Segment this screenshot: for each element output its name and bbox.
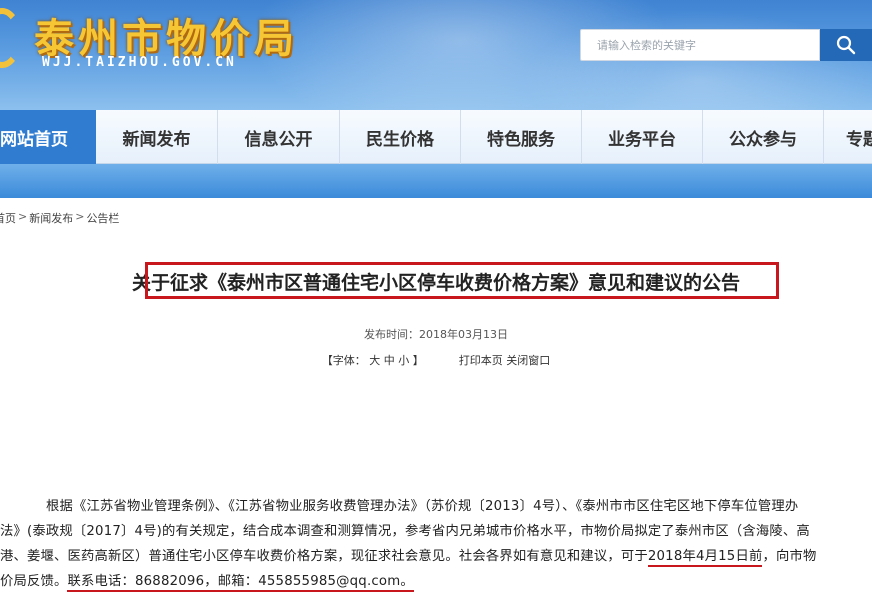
nav-item-livelihood-prices[interactable]: 民生价格 xyxy=(340,110,461,164)
article-body: 根据《江苏省物业管理条例》、《江苏省物业服务收费管理办法》（苏价规〔2013〕4… xyxy=(0,494,872,594)
font-medium-button[interactable]: 中 xyxy=(384,354,395,367)
main-nav: 网站首页 新闻发布 信息公开 民生价格 特色服务 业务平台 公众参与 专题 xyxy=(0,110,872,164)
site-url: WJJ.TAIZHOU.GOV.CN xyxy=(42,55,237,70)
font-large-button[interactable]: 大 xyxy=(369,354,380,367)
site-header: 泰州市物价局 WJJ.TAIZHOU.GOV.CN xyxy=(0,0,872,110)
search-box xyxy=(580,29,820,61)
body-text: ，向市物 xyxy=(762,549,817,564)
close-window-button[interactable]: 关闭窗口 xyxy=(506,354,550,367)
breadcrumb-separator: > xyxy=(18,210,28,223)
search-icon xyxy=(836,35,856,55)
nav-item-public-participation[interactable]: 公众参与 xyxy=(703,110,824,164)
breadcrumb-bulletin[interactable]: 公告栏 xyxy=(86,210,119,226)
body-text: 港、姜堰、医药高新区）普通住宅小区停车收费价格方案，现征求社会意见。社会各界如有… xyxy=(0,549,648,564)
publish-label: 发布时间： xyxy=(364,328,419,341)
nav-item-home[interactable]: 网站首页 xyxy=(0,110,96,164)
publish-date: 2018年03月13日 xyxy=(419,328,508,341)
nav-item-info-disclosure[interactable]: 信息公开 xyxy=(218,110,340,164)
font-size-label: 【字体： xyxy=(321,354,366,367)
body-text: 价局反馈。 xyxy=(0,574,68,589)
search-button[interactable] xyxy=(820,29,872,61)
breadcrumb-news[interactable]: 新闻发布 xyxy=(29,210,73,226)
article-title: 关于征求《泰州市区普通住宅小区停车收费价格方案》意见和建议的公告 xyxy=(131,272,740,294)
nav-item-news[interactable]: 新闻发布 xyxy=(96,110,218,164)
publish-date-line: 发布时间：2018年03月13日 xyxy=(0,326,872,342)
font-small-button[interactable]: 小 xyxy=(398,354,409,367)
nav-band xyxy=(0,164,872,198)
body-line: 法》(泰政规〔2017〕4号)的有关规定，结合成本调查和测算情况，参考省内兄弟城… xyxy=(0,524,810,539)
breadcrumb-separator: > xyxy=(75,210,85,223)
deadline-highlight: 2018年4月15日前 xyxy=(647,549,763,567)
body-line: 价局反馈。联系电话：86882096，邮箱：455855985@qq.com。 xyxy=(0,569,872,594)
nav-item-business-platform[interactable]: 业务平台 xyxy=(582,110,703,164)
print-page-button[interactable]: 打印本页 xyxy=(459,354,503,367)
article-tools: 【字体： 大 中 小 】 打印本页 关闭窗口 xyxy=(0,352,872,368)
body-line: 根据《江苏省物业管理条例》、《江苏省物业服务收费管理办法》（苏价规〔2013〕4… xyxy=(46,499,799,514)
nav-item-topics[interactable]: 专题 xyxy=(824,110,872,164)
breadcrumb-home[interactable]: 首页 xyxy=(0,210,16,226)
contact-highlight: 联系电话：86882096，邮箱：455855985@qq.com。 xyxy=(67,574,414,592)
font-size-close: 】 xyxy=(412,354,424,367)
search-input[interactable] xyxy=(597,38,819,52)
body-line: 港、姜堰、医药高新区）普通住宅小区停车收费价格方案，现征求社会意见。社会各界如有… xyxy=(0,544,872,569)
nav-item-special-services[interactable]: 特色服务 xyxy=(461,110,582,164)
logo-emblem-icon[interactable] xyxy=(0,8,22,68)
breadcrumb: 首页 > 新闻发布 > 公告栏 xyxy=(0,210,119,226)
